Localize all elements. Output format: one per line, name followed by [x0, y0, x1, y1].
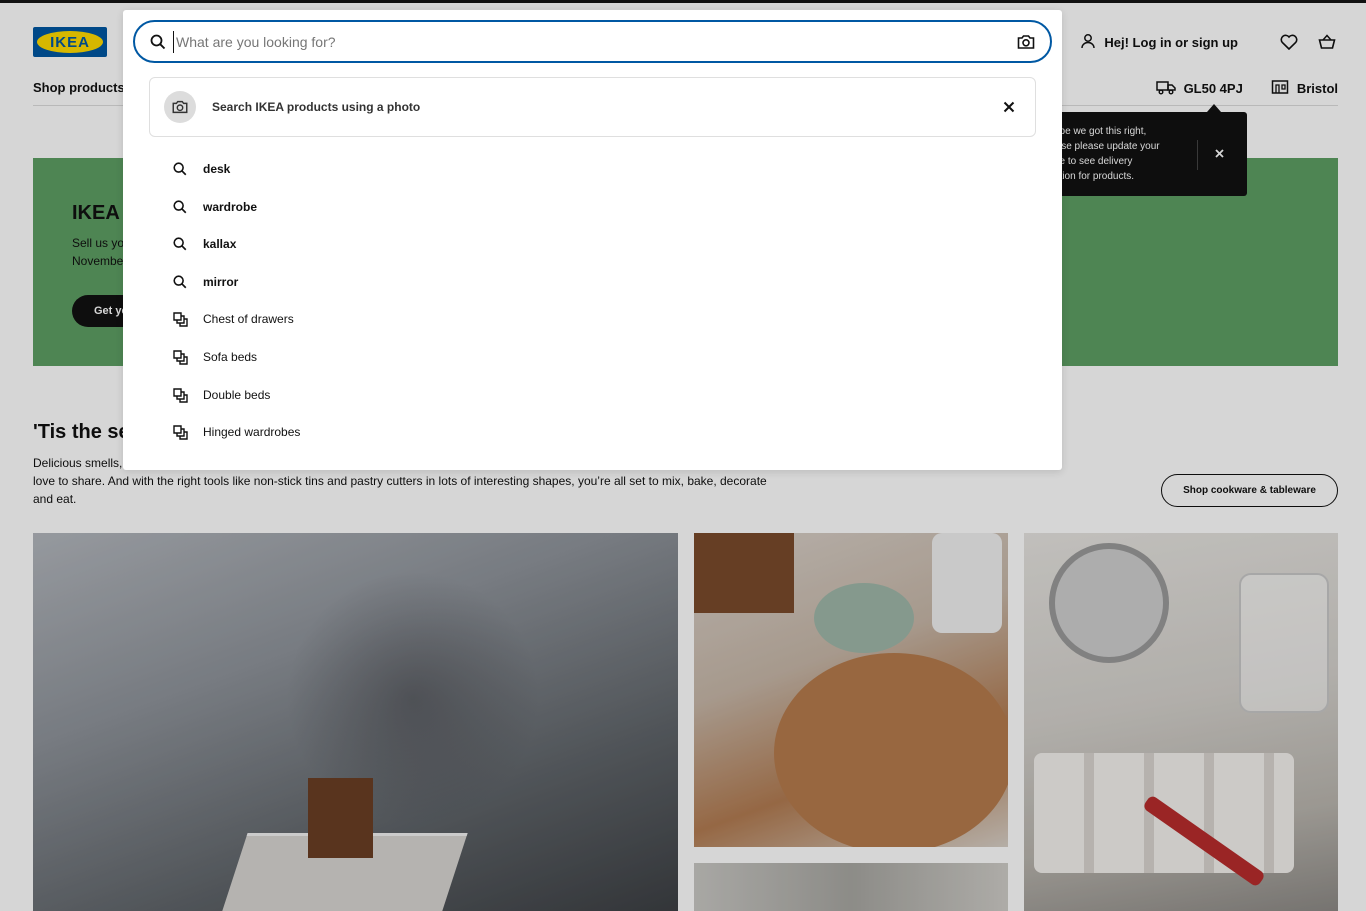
camera-icon[interactable] — [1016, 32, 1036, 52]
category-label: Sofa beds — [203, 350, 258, 364]
suggestion-item[interactable]: desk — [171, 160, 230, 178]
category-label: Hinged wardrobes — [203, 425, 301, 439]
suggestion-label: wardrobe — [203, 200, 258, 214]
category-suggestion[interactable]: Double beds — [171, 386, 270, 404]
category-label: Double beds — [203, 388, 271, 402]
suggestion-item[interactable]: wardrobe — [171, 198, 257, 216]
photo-search-label: Search IKEA products using a photo — [212, 100, 421, 114]
category-suggestion[interactable]: Sofa beds — [171, 348, 257, 366]
category-label: Chest of drawers — [203, 312, 294, 326]
category-suggestion[interactable]: Chest of drawers — [171, 310, 294, 328]
suggestion-item[interactable]: mirror — [171, 273, 238, 291]
photo-search-camera-icon — [164, 91, 196, 123]
search-icon — [171, 235, 189, 253]
suggestion-label: desk — [203, 162, 231, 176]
suggestion-item[interactable]: kallax — [171, 235, 236, 253]
suggestion-label: mirror — [203, 275, 239, 289]
search-icon — [171, 198, 189, 216]
search-popup: Search IKEA products using a photo desk … — [123, 10, 1062, 470]
category-icon — [171, 348, 189, 366]
category-icon — [171, 386, 189, 404]
category-icon — [171, 310, 189, 328]
photo-search-option[interactable]: Search IKEA products using a photo — [149, 77, 1036, 137]
category-icon — [171, 423, 189, 441]
category-suggestion[interactable]: Hinged wardrobes — [171, 423, 300, 441]
close-icon[interactable] — [1000, 98, 1018, 116]
search-box — [133, 20, 1052, 63]
search-icon — [171, 160, 189, 178]
search-icon — [149, 33, 167, 51]
suggestion-label: kallax — [203, 237, 237, 251]
search-icon — [171, 273, 189, 291]
search-input[interactable] — [173, 31, 993, 53]
